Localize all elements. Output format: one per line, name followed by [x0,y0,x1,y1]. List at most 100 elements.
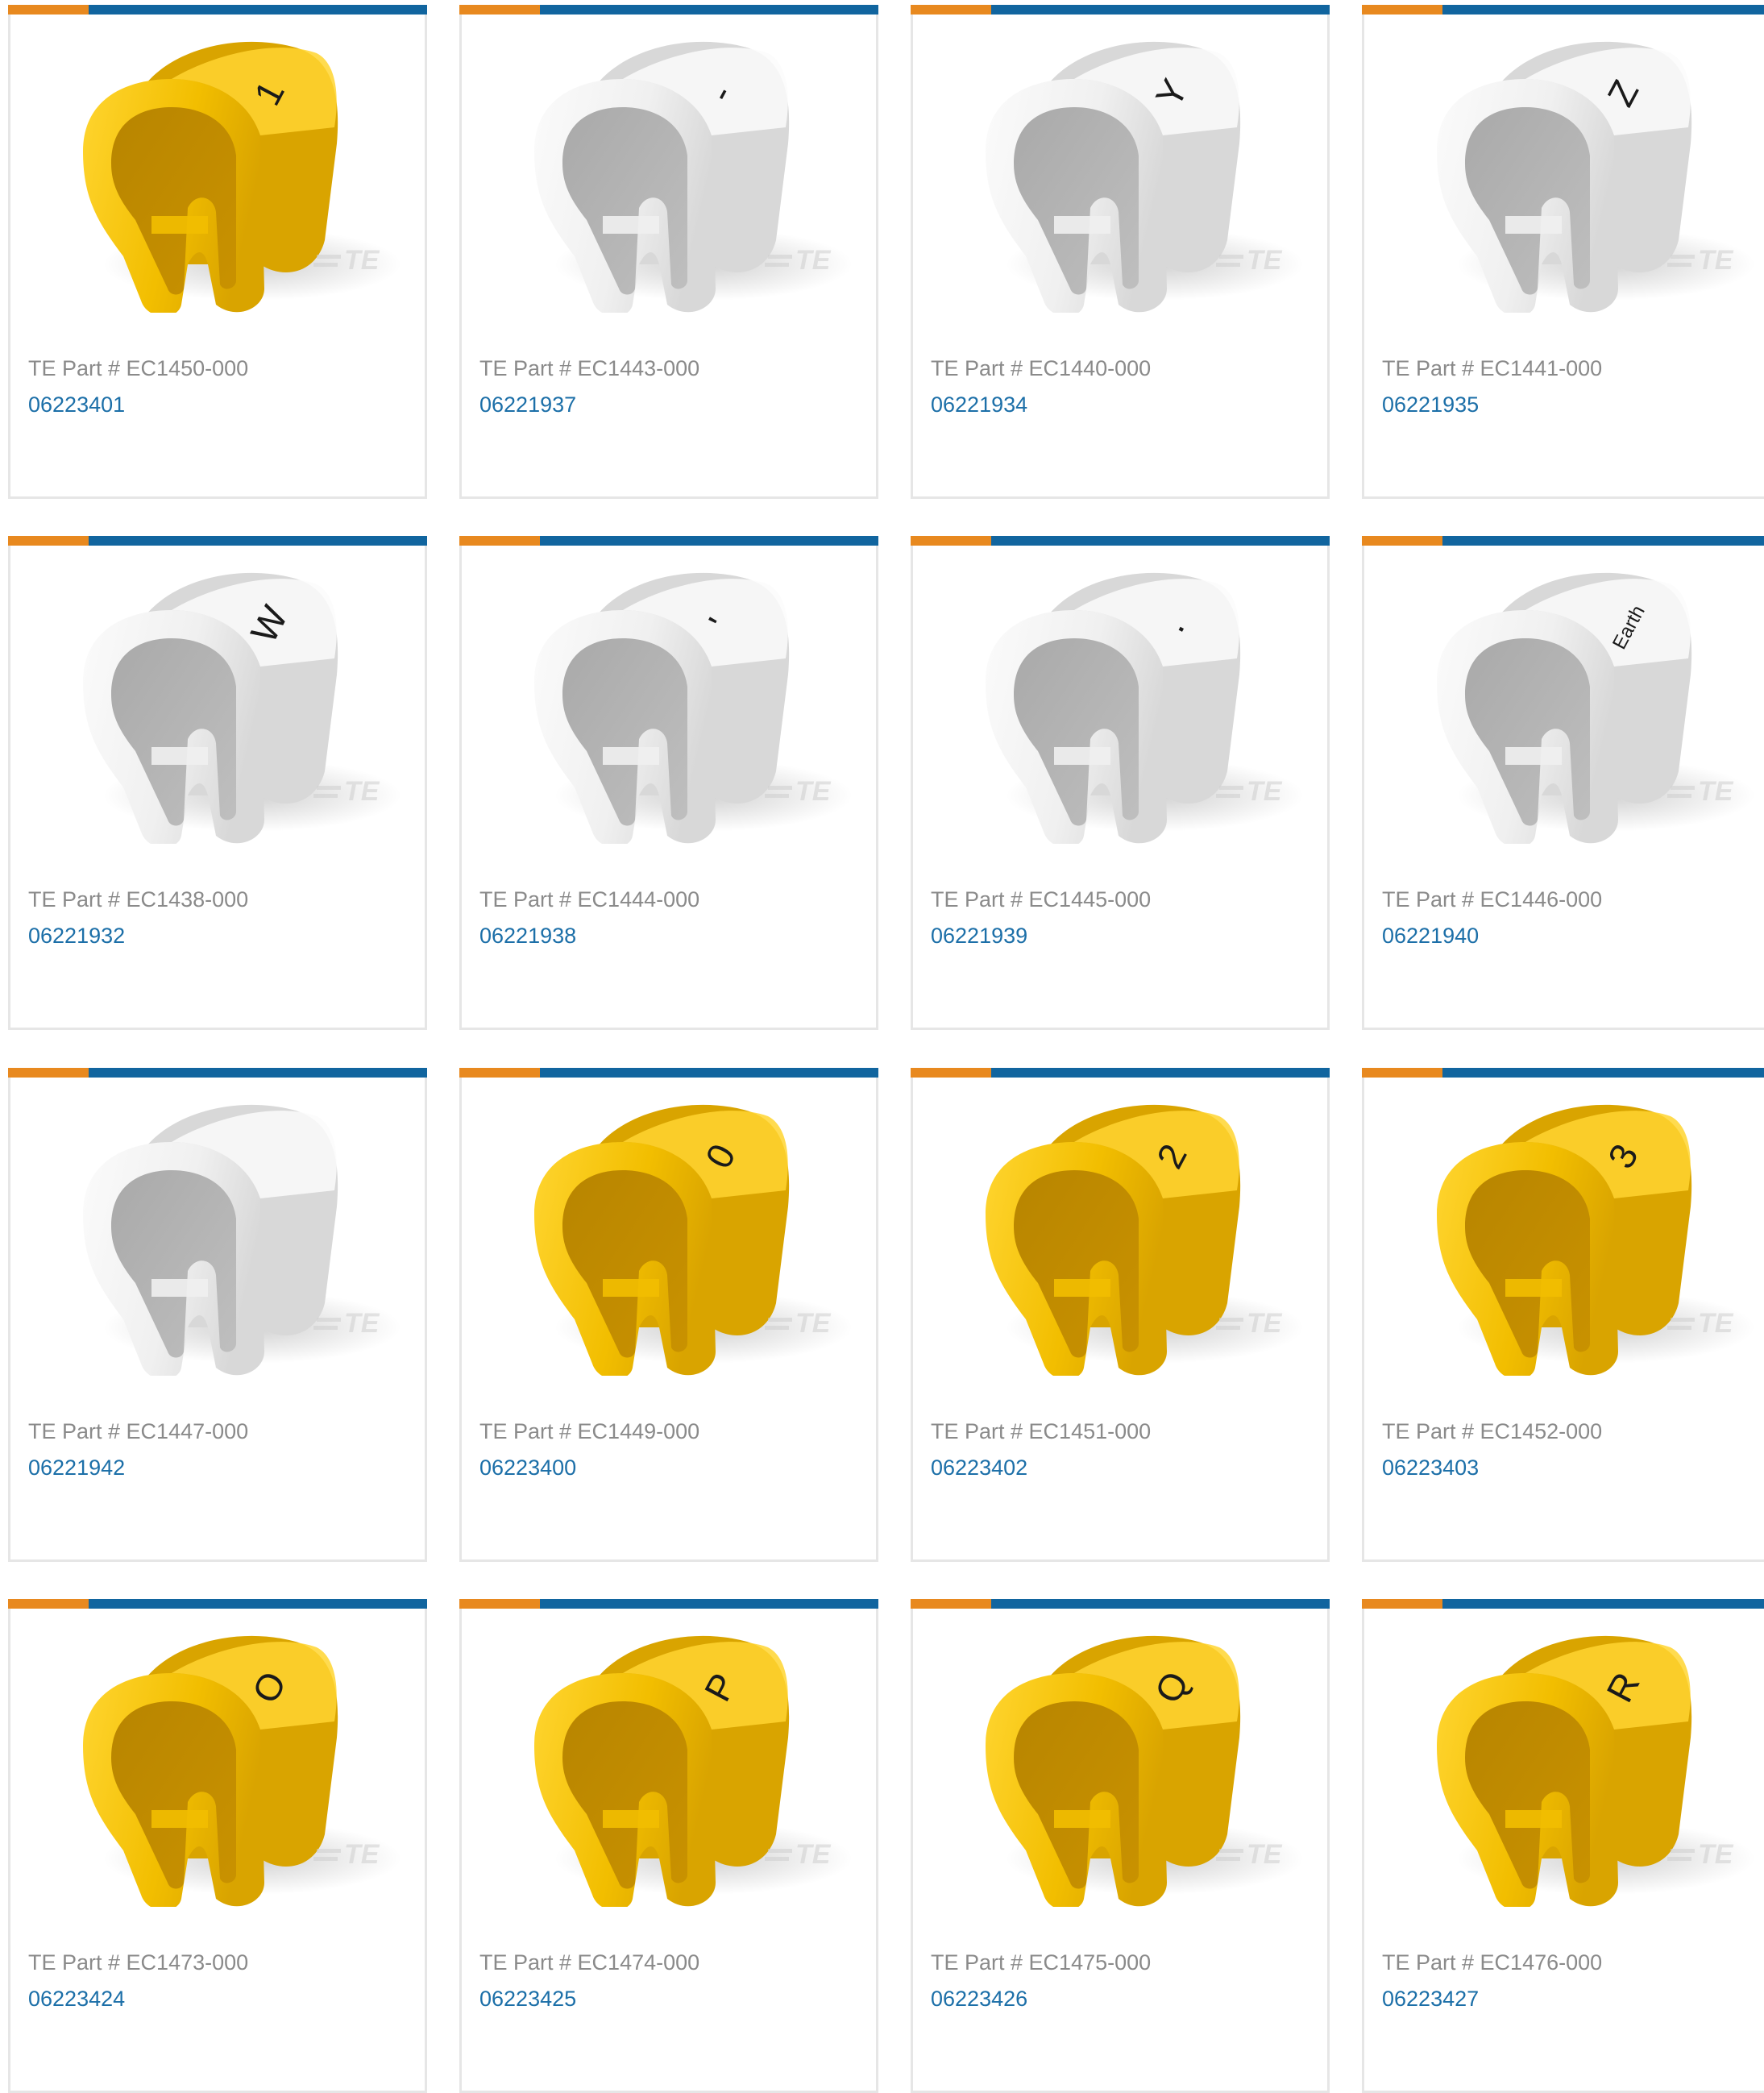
product-image[interactable]: Y TE [977,23,1324,313]
product-card[interactable]: 3 TE TE Part # EC1452-000 06223403 [1362,1068,1764,1562]
catalog-number-link[interactable]: 06221934 [931,392,1027,417]
catalog-number-link[interactable]: 06223426 [931,1987,1027,2012]
part-number-label: TE Part # EC1452-000 [1382,1419,1603,1443]
svg-text:TE: TE [344,1308,380,1339]
product-card[interactable]: P TE TE Part # EC1474-000 06223425 [459,1599,878,2093]
svg-text:TE: TE [344,776,380,807]
part-number-label: TE Part # EC1449-000 [479,1419,700,1443]
accent-blue [89,5,427,15]
card-accent-bar [459,5,878,15]
product-image[interactable]: P TE [526,1617,873,1907]
svg-text:TE: TE [1698,245,1734,276]
accent-blue [1442,1068,1764,1078]
svg-text:TE: TE [1247,245,1283,276]
product-image[interactable]: 1 TE [75,23,421,313]
product-card[interactable]: Q TE TE Part # EC1475-000 06223426 [911,1599,1330,2093]
accent-blue [89,536,427,546]
catalog-number-link[interactable]: 06221939 [931,924,1027,949]
part-number-label: TE Part # EC1445-000 [931,887,1152,912]
catalog-number-link[interactable]: 06223400 [479,1456,576,1480]
product-card[interactable]: Y TE TE Part # EC1440-000 06221934 [911,5,1330,499]
svg-text:TE: TE [795,245,832,276]
product-grid: 1 TE TE Part # EC1450-000 06223401 - TE … [0,0,1764,2093]
part-number-label: TE Part # EC1441-000 [1382,356,1603,380]
part-number-label: TE Part # EC1473-000 [28,1950,249,1975]
svg-text:TE: TE [1247,776,1283,807]
part-number-label: TE Part # EC1446-000 [1382,887,1603,912]
svg-text:TE: TE [795,1839,832,1870]
accent-orange [459,1599,540,1609]
part-number-label: TE Part # EC1450-000 [28,356,249,380]
accent-orange [911,1068,991,1078]
svg-text:TE: TE [1247,1839,1283,1870]
product-card[interactable]: Earth TE TE Part # EC1446-000 06221940 [1362,536,1764,1030]
card-accent-bar [911,536,1330,546]
accent-blue [1442,536,1764,546]
accent-orange [1362,1068,1442,1078]
product-card[interactable]: 0 TE TE Part # EC1449-000 06223400 [459,1068,878,1562]
svg-text:TE: TE [1698,776,1734,807]
product-image[interactable]: 3 TE [1429,1086,1764,1376]
product-card[interactable]: 1 TE TE Part # EC1450-000 06223401 [8,5,427,499]
product-card[interactable]: O TE TE Part # EC1473-000 06223424 [8,1599,427,2093]
product-image[interactable]: Q TE [977,1617,1324,1907]
card-accent-bar [459,1068,878,1078]
product-image[interactable]: 0 TE [526,1086,873,1376]
product-image[interactable]: 2 TE [977,1086,1324,1376]
accent-blue [540,5,878,15]
product-card[interactable]: R TE TE Part # EC1476-000 06223427 [1362,1599,1764,2093]
product-image[interactable]: Earth TE [1429,554,1764,844]
card-accent-bar [8,536,427,546]
card-accent-bar [911,1599,1330,1609]
catalog-number-link[interactable]: 06223402 [931,1456,1027,1480]
product-image[interactable]: O TE [75,1617,421,1907]
catalog-number-link[interactable]: 06223403 [1382,1456,1479,1480]
svg-text:TE: TE [1247,1308,1283,1339]
part-number-label: TE Part # EC1476-000 [1382,1950,1603,1975]
catalog-number-link[interactable]: 06221940 [1382,924,1479,949]
product-card[interactable]: W TE TE Part # EC1438-000 06221932 [8,536,427,1030]
svg-text:TE: TE [795,1308,832,1339]
svg-text:TE: TE [1698,1308,1734,1339]
accent-blue [1442,1599,1764,1609]
product-image[interactable]: R TE [1429,1617,1764,1907]
accent-orange [8,5,89,15]
part-number-label: TE Part # EC1440-000 [931,356,1152,380]
catalog-number-link[interactable]: 06221937 [479,392,576,417]
card-accent-bar [1362,536,1764,546]
card-accent-bar [8,5,427,15]
product-card[interactable]: TE TE Part # EC1447-000 06221942 [8,1068,427,1562]
catalog-number-link[interactable]: 06223425 [479,1987,576,2012]
accent-blue [991,5,1330,15]
catalog-number-link[interactable]: 06221932 [28,924,125,949]
product-card[interactable]: 2 TE TE Part # EC1451-000 06223402 [911,1068,1330,1562]
part-number-label: TE Part # EC1438-000 [28,887,249,912]
accent-orange [1362,536,1442,546]
product-card[interactable]: - TE TE Part # EC1443-000 06221937 [459,5,878,499]
svg-text:TE: TE [344,1839,380,1870]
catalog-number-link[interactable]: 06221938 [479,924,576,949]
product-image[interactable]: . TE [977,554,1324,844]
product-card[interactable]: . TE TE Part # EC1445-000 06221939 [911,536,1330,1030]
catalog-number-link[interactable]: 06223427 [1382,1987,1479,2012]
product-image[interactable]: - TE [526,23,873,313]
catalog-number-link[interactable]: 06223424 [28,1987,125,2012]
accent-orange [911,5,991,15]
product-image[interactable]: ' TE [526,554,873,844]
card-accent-bar [8,1068,427,1078]
accent-orange [8,1599,89,1609]
product-card[interactable]: Z TE TE Part # EC1441-000 06221935 [1362,5,1764,499]
product-card[interactable]: ' TE TE Part # EC1444-000 06221938 [459,536,878,1030]
accent-orange [911,1599,991,1609]
product-image[interactable]: W TE [75,554,421,844]
svg-text:TE: TE [1698,1839,1734,1870]
accent-orange [459,536,540,546]
card-accent-bar [459,1599,878,1609]
accent-orange [1362,1599,1442,1609]
catalog-number-link[interactable]: 06221942 [28,1456,125,1480]
accent-blue [89,1068,427,1078]
product-image[interactable]: TE [75,1086,421,1376]
product-image[interactable]: Z TE [1429,23,1764,313]
catalog-number-link[interactable]: 06221935 [1382,392,1479,417]
catalog-number-link[interactable]: 06223401 [28,392,125,417]
